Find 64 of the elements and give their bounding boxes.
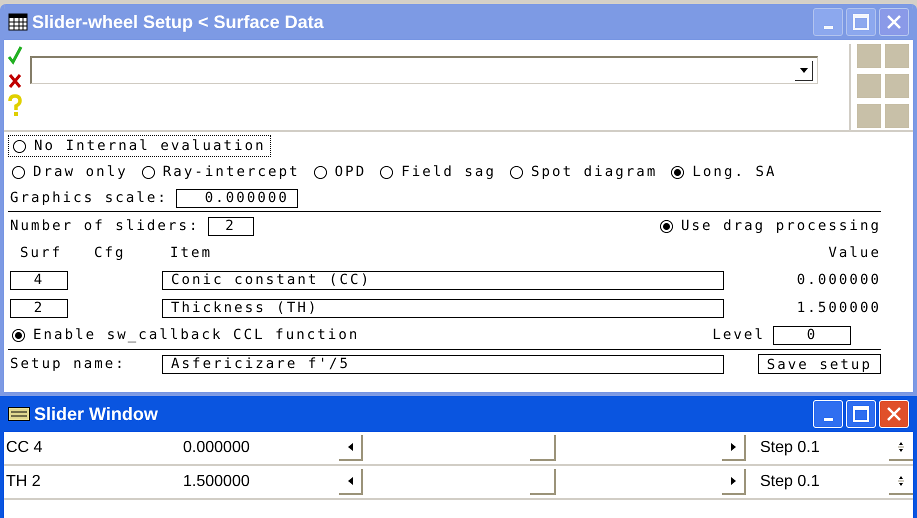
- option-label: Long. SA: [692, 162, 777, 182]
- left-arrow-icon: [348, 443, 352, 451]
- option-label: Ray-intercept: [162, 162, 300, 182]
- radio-button[interactable]: [314, 166, 327, 178]
- slider-name: TH 2: [6, 472, 42, 492]
- radio-button[interactable]: [12, 166, 25, 178]
- item-field[interactable]: Conic constant (CC): [162, 270, 724, 290]
- scroll-right-button[interactable]: [722, 435, 746, 461]
- slider-window-icon: [8, 407, 30, 421]
- slider-thumb[interactable]: [530, 469, 556, 495]
- field-label: Setup name:: [10, 354, 127, 374]
- radio-button[interactable]: [660, 220, 673, 232]
- left-arrow-icon: [348, 477, 352, 485]
- minimize-button[interactable]: [813, 8, 843, 36]
- column-header: Surf: [20, 244, 64, 262]
- scroll-left-button[interactable]: [339, 435, 363, 461]
- option-label: Draw only: [33, 162, 128, 182]
- maximize-button[interactable]: [846, 8, 876, 36]
- setup-name-field[interactable]: Asfericizare f'/5: [162, 354, 724, 374]
- graphics-scale-field[interactable]: 0.000000: [176, 189, 298, 208]
- option-label: OPD: [334, 162, 366, 182]
- scroll-right-button[interactable]: [722, 469, 746, 495]
- slider-thumb[interactable]: [530, 435, 556, 461]
- option-label: No Internal evaluation: [34, 136, 266, 156]
- radio-button[interactable]: [142, 166, 155, 178]
- close-button[interactable]: [879, 8, 909, 36]
- table-icon: [8, 13, 28, 31]
- column-header: Value: [828, 244, 881, 262]
- radio-button[interactable]: [671, 166, 684, 178]
- checkmark-icon[interactable]: [7, 44, 23, 66]
- window-title: Slider-wheel Setup < Surface Data: [32, 10, 324, 34]
- column-header: Item: [170, 244, 212, 262]
- slider-value: 1.500000: [183, 472, 251, 492]
- value-text: 1.500000: [796, 298, 881, 318]
- column-header: Cfg: [94, 244, 127, 262]
- item-field[interactable]: Thickness (TH): [162, 298, 724, 318]
- save-setup-button[interactable]: Save setup: [758, 354, 881, 374]
- surface-field[interactable]: 2: [10, 298, 68, 318]
- value-text: 0.000000: [796, 270, 881, 290]
- option-label: Use drag processing: [680, 216, 881, 236]
- slider-value: 0.000000: [183, 438, 251, 458]
- step-label: Step 0.1: [760, 438, 820, 458]
- close-icon: [886, 406, 902, 422]
- surface-field[interactable]: 4: [10, 270, 68, 290]
- close-icon: [886, 14, 902, 30]
- radio-button[interactable]: [380, 166, 394, 178]
- radio-button[interactable]: [13, 140, 26, 152]
- scroll-left-button[interactable]: [339, 469, 363, 495]
- level-field[interactable]: 0: [773, 326, 851, 345]
- dropdown-arrow-icon[interactable]: [795, 60, 813, 80]
- field-label: Number of sliders:: [10, 216, 200, 236]
- right-arrow-icon: [730, 477, 736, 485]
- option-label: Spot diagram: [531, 162, 658, 182]
- radio-button[interactable]: [12, 329, 25, 342]
- field-label: Graphics scale:: [10, 189, 168, 208]
- right-arrow-icon: [730, 443, 736, 451]
- radio-button[interactable]: [510, 166, 523, 178]
- window-title: Slider Window: [34, 402, 158, 426]
- option-label: Field sag: [401, 162, 496, 182]
- option-label: Enable sw_callback CCL function: [33, 326, 360, 345]
- step-label: Step 0.1: [760, 472, 820, 492]
- slider-name: CC 4: [6, 438, 44, 458]
- field-label: Level: [712, 326, 765, 345]
- slider-count-field[interactable]: 2: [208, 216, 254, 236]
